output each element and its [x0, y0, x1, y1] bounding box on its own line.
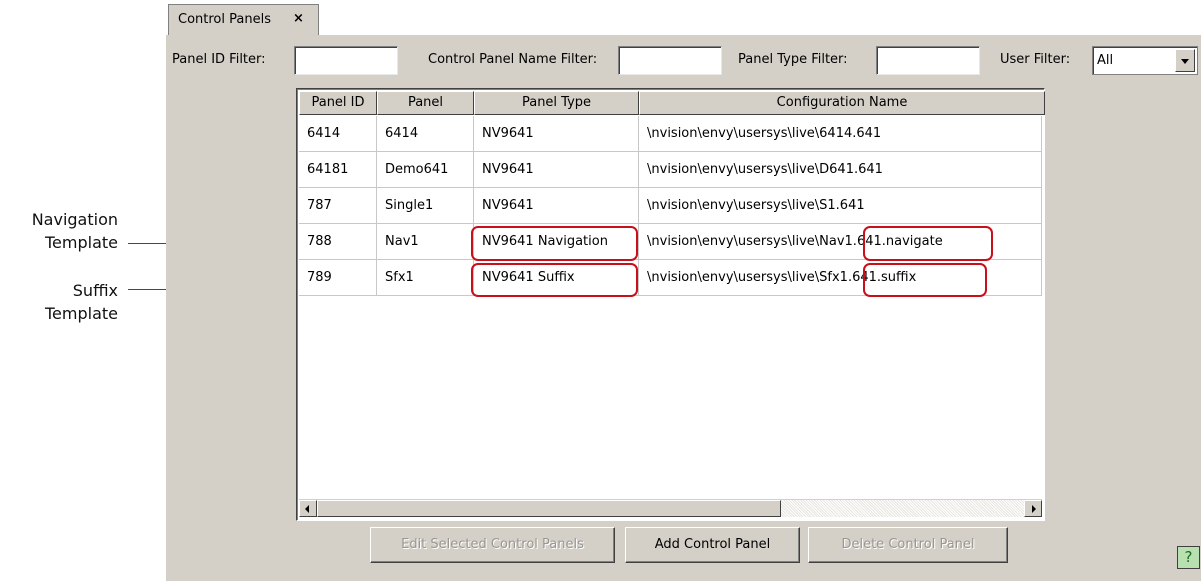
tab-strip: Control Panels ×: [166, 0, 1201, 35]
cell-panel: Single1: [377, 188, 474, 224]
cell-panel-type: NV9641 Suffix: [474, 260, 639, 296]
callout-navigation-template: Navigation Template: [0, 208, 118, 254]
arrow-right-icon[interactable]: [1024, 500, 1042, 517]
user-filter-select[interactable]: All: [1092, 46, 1198, 75]
cell-panel: Nav1: [377, 224, 474, 260]
cell-panel-id: 788: [299, 224, 377, 260]
column-header-panel-type[interactable]: Panel Type: [474, 91, 639, 115]
control-panels-window: Control Panels × Panel ID Filter: Contro…: [166, 0, 1201, 581]
cell-configuration-name: \nvision\envy\usersys\live\D641.641: [639, 152, 1042, 188]
control-panel-name-filter-label: Control Panel Name Filter:: [428, 52, 598, 67]
panel-type-filter-input[interactable]: [876, 46, 980, 75]
column-header-panel[interactable]: Panel: [377, 91, 474, 115]
column-header-configuration-name[interactable]: Configuration Name: [639, 91, 1045, 115]
cell-configuration-name: \nvision\envy\usersys\live\Nav1.641.navi…: [639, 224, 1042, 260]
edit-selected-control-panels-button[interactable]: Edit Selected Control Panels: [370, 527, 615, 563]
cell-panel-type: NV9641: [474, 152, 639, 188]
user-filter-label: User Filter:: [1000, 52, 1071, 67]
cell-panel: Demo641: [377, 152, 474, 188]
control-panels-table: Panel ID Panel Panel Type Configuration …: [296, 88, 1045, 521]
cell-panel-id: 789: [299, 260, 377, 296]
callout-suffix-template: Suffix Template: [0, 279, 118, 325]
panel-id-filter-input[interactable]: [294, 46, 398, 75]
cell-panel-type: NV9641: [474, 188, 639, 224]
arrow-left-icon[interactable]: [299, 500, 317, 517]
callout-label-line1: Suffix: [72, 281, 118, 300]
panel-type-filter-label: Panel Type Filter:: [738, 52, 848, 67]
close-icon[interactable]: ×: [293, 11, 304, 26]
panel-id-filter-label: Panel ID Filter:: [172, 52, 266, 67]
column-header-panel-id[interactable]: Panel ID: [299, 91, 377, 115]
cell-configuration-name: \nvision\envy\usersys\live\Sfx1.641.suff…: [639, 260, 1042, 296]
user-filter-value: All: [1097, 53, 1114, 68]
cell-panel-type: NV9641: [474, 116, 639, 152]
cell-panel-type: NV9641 Navigation: [474, 224, 639, 260]
callout-label-line2: Template: [44, 304, 118, 323]
cell-panel-id: 64181: [299, 152, 377, 188]
cell-panel-id: 787: [299, 188, 377, 224]
tab-control-panels[interactable]: Control Panels ×: [168, 4, 319, 35]
control-panel-name-filter-input[interactable]: [618, 46, 722, 75]
cell-panel: Sfx1: [377, 260, 474, 296]
callout-label-line2: Template: [44, 233, 118, 252]
horizontal-scrollbar[interactable]: [299, 499, 1042, 517]
callout-label-line1: Navigation: [31, 210, 118, 229]
tab-label: Control Panels: [178, 12, 271, 27]
delete-control-panel-button[interactable]: Delete Control Panel: [808, 527, 1008, 563]
help-icon[interactable]: ?: [1177, 546, 1200, 569]
cell-configuration-name: \nvision\envy\usersys\live\S1.641: [639, 188, 1042, 224]
add-control-panel-button[interactable]: Add Control Panel: [625, 527, 800, 563]
scrollbar-thumb[interactable]: [317, 500, 781, 517]
cell-configuration-name: \nvision\envy\usersys\live\6414.641: [639, 116, 1042, 152]
chevron-down-icon[interactable]: [1175, 49, 1195, 72]
cell-panel-id: 6414: [299, 116, 377, 152]
cell-panel: 6414: [377, 116, 474, 152]
